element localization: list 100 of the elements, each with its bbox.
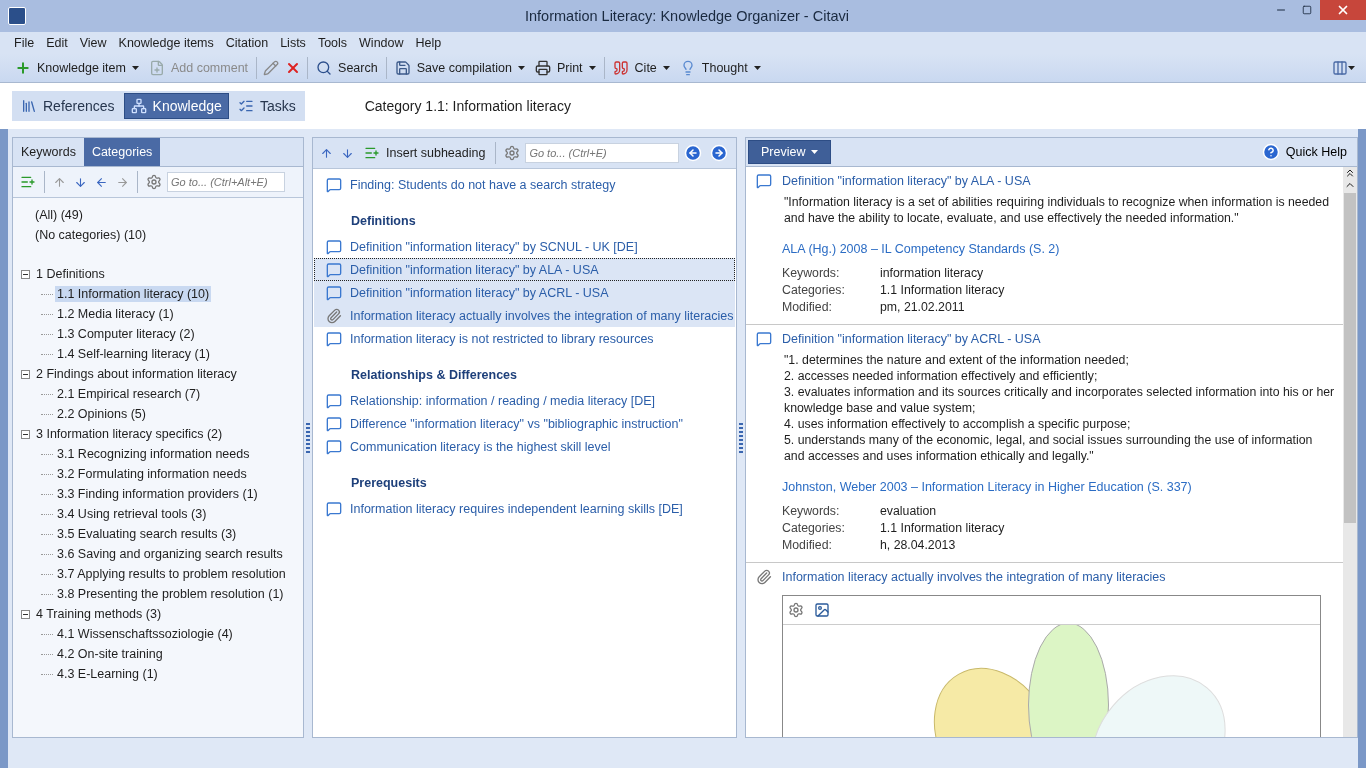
back-icon [684, 144, 703, 162]
knowledge-item[interactable]: Information literacy is not restricted to library resources [314, 327, 735, 350]
meta-label: Modified: [782, 300, 833, 314]
category-item[interactable]: 3.7 Applying results to problem resolution [55, 566, 288, 582]
toolbar-button[interactable]: Cite [607, 56, 675, 80]
caret-icon [131, 66, 139, 70]
category-item[interactable]: 1.4 Self-learning literacy (1) [55, 346, 212, 362]
category-item[interactable]: (All) (49) [17, 206, 303, 226]
category-item[interactable]: 1 Definitions [34, 266, 107, 282]
meta-value: information literacy [880, 266, 985, 280]
quote-icon [612, 60, 629, 76]
knowledge-item[interactable]: Definition "information literacy" by ALA - USA [314, 258, 735, 281]
close-button[interactable] [1320, 0, 1366, 20]
menu-item[interactable]: Tools [311, 36, 354, 50]
settings-icon [146, 174, 162, 190]
category-item[interactable]: 3.2 Formulating information needs [55, 466, 249, 482]
collapse-toggle[interactable] [21, 269, 30, 279]
help-icon [1261, 143, 1280, 161]
category-item[interactable]: 4.2 On-site training [55, 646, 165, 662]
scroll-thumb[interactable] [1344, 193, 1356, 523]
entry-title[interactable]: Information literacy actually involves the integration of many literacies [782, 570, 1166, 584]
toolbar-button[interactable]: Thought [674, 56, 766, 80]
category-item[interactable]: 4.1 Wissenschaftssoziologie (4) [55, 626, 235, 642]
speech-bubble-icon [326, 438, 342, 455]
category-item[interactable]: 3.3 Finding information providers (1) [55, 486, 260, 502]
maximize-icon [1302, 5, 1312, 15]
collapse-toggle[interactable] [21, 369, 30, 379]
toolbar-button[interactable]: Print [529, 56, 601, 80]
category-item[interactable]: 1.1 Information literacy (10) [55, 286, 212, 302]
columns-icon [1332, 60, 1348, 76]
toolbar-button[interactable]: Search [311, 56, 383, 80]
menu-item[interactable]: Edit [40, 36, 74, 50]
group-heading: Prerequesits [350, 475, 428, 492]
category-item[interactable]: 3.5 Evaluating search results (3) [55, 526, 239, 542]
category-item[interactable]: 3.1 Recognizing information needs [55, 446, 252, 462]
menu-item[interactable]: Citation [219, 36, 275, 50]
category-item[interactable]: 2.1 Empirical research (7) [55, 386, 203, 402]
insert-subheading-button[interactable]: Insert subheading [359, 141, 491, 165]
category-item[interactable]: 3.6 Saving and organizing search results [55, 546, 285, 562]
goto-field[interactable]: Go to... (Ctrl+E) [525, 143, 680, 163]
knowledge-item[interactable]: Difference "information literacy" vs "bibliographic instruction" [314, 412, 735, 435]
knowledge-item[interactable]: Definition "information literacy" by SCNUL - UK [DE] [314, 235, 735, 258]
mode-tab[interactable]: References [14, 93, 122, 119]
entry-title[interactable]: Definition "information literacy" by ALA - USA [782, 174, 1031, 188]
caret-icon [753, 66, 761, 70]
caret-icon [662, 66, 670, 70]
meta-label: Keywords: [782, 266, 841, 280]
category-item[interactable]: 4.3 E-Learning (1) [55, 666, 160, 682]
mode-tab[interactable]: Knowledge [123, 93, 229, 119]
meta-value: pm, 21.02.2011 [880, 300, 966, 314]
meta-value: 1.1 Information literacy [880, 521, 1006, 535]
arrow-up-icon [53, 175, 66, 189]
category-item[interactable]: 3.4 Using retrieval tools (3) [55, 506, 209, 522]
toolbar-button[interactable]: Save compilation [389, 56, 530, 80]
knowledge-item[interactable]: Finding: Students do not have a search strategy [314, 173, 735, 196]
category-item[interactable]: 1.3 Computer literacy (2) [55, 326, 197, 342]
scrollbar[interactable] [1343, 167, 1357, 737]
speech-bubble-icon [756, 173, 772, 189]
menu-item[interactable]: Lists [274, 36, 312, 50]
category-item[interactable]: 2.2 Opinions (5) [55, 406, 148, 422]
category-item[interactable]: 3 Information literacy specifics (2) [34, 426, 225, 442]
quick-help-button[interactable]: Quick Help [1255, 138, 1357, 166]
category-item[interactable]: 4 Training methods (3) [34, 606, 164, 622]
menu-item[interactable]: View [73, 36, 113, 50]
network-icon [130, 98, 147, 114]
splitter-grip[interactable] [306, 422, 310, 453]
collapse-toggle[interactable] [21, 429, 30, 439]
knowledge-item[interactable]: Communication literacy is the highest skill level [314, 435, 735, 458]
category-item[interactable]: 2 Findings about information literacy [34, 366, 239, 382]
panel-tab[interactable]: Categories [83, 138, 161, 166]
mode-tab[interactable]: Tasks [230, 93, 303, 119]
window-title: Information Literacy: Knowledge Organizer - Citavi [524, 8, 850, 24]
caret-icon [1348, 66, 1355, 70]
source-link[interactable]: Johnston, Weber 2003 – Information Literacy in Higher Education (S. 337) [782, 480, 1192, 494]
checklist-icon [237, 98, 254, 114]
preview-menu-button[interactable]: Preview [748, 140, 832, 164]
category-item[interactable]: 1.2 Media literacy (1) [55, 306, 176, 322]
splitter-grip[interactable] [739, 422, 743, 453]
menu-item[interactable]: Knowledge items [112, 36, 220, 50]
caret-icon [517, 66, 525, 70]
menu-item[interactable]: File [8, 36, 41, 50]
arrow-down-icon [341, 146, 354, 160]
caret-icon [588, 66, 596, 70]
settings-icon [504, 145, 521, 161]
entry-title[interactable]: Definition "information literacy" by ACRL - USA [782, 332, 1041, 346]
goto-field[interactable]: Go to... (Ctrl+Alt+E) [167, 172, 285, 192]
menu-item[interactable]: Window [353, 36, 410, 50]
category-item[interactable]: 3.8 Presenting the problem resolution (1) [55, 586, 286, 602]
source-link[interactable]: ALA (Hg.) 2008 – IL Competency Standards (S. 2) [782, 242, 1060, 256]
knowledge-item[interactable]: Information literacy requires independent learning skills [DE] [314, 497, 735, 520]
panel-tab[interactable]: Keywords [13, 138, 84, 166]
category-item[interactable]: (No categories) (10) [17, 226, 303, 246]
speech-bubble-icon [326, 261, 342, 278]
collapse-toggle[interactable] [21, 609, 30, 619]
toolbar-button[interactable]: Knowledge item [10, 56, 144, 80]
knowledge-item[interactable]: Information literacy actually involves the integration of many literacies [314, 304, 735, 327]
knowledge-item[interactable]: Definition "information literacy" by ACRL - USA [314, 281, 735, 304]
knowledge-item[interactable]: Relationship: information / reading / media literacy [DE] [314, 389, 735, 412]
menu-item[interactable]: Help [409, 36, 448, 50]
meta-label: Categories: [782, 283, 846, 297]
